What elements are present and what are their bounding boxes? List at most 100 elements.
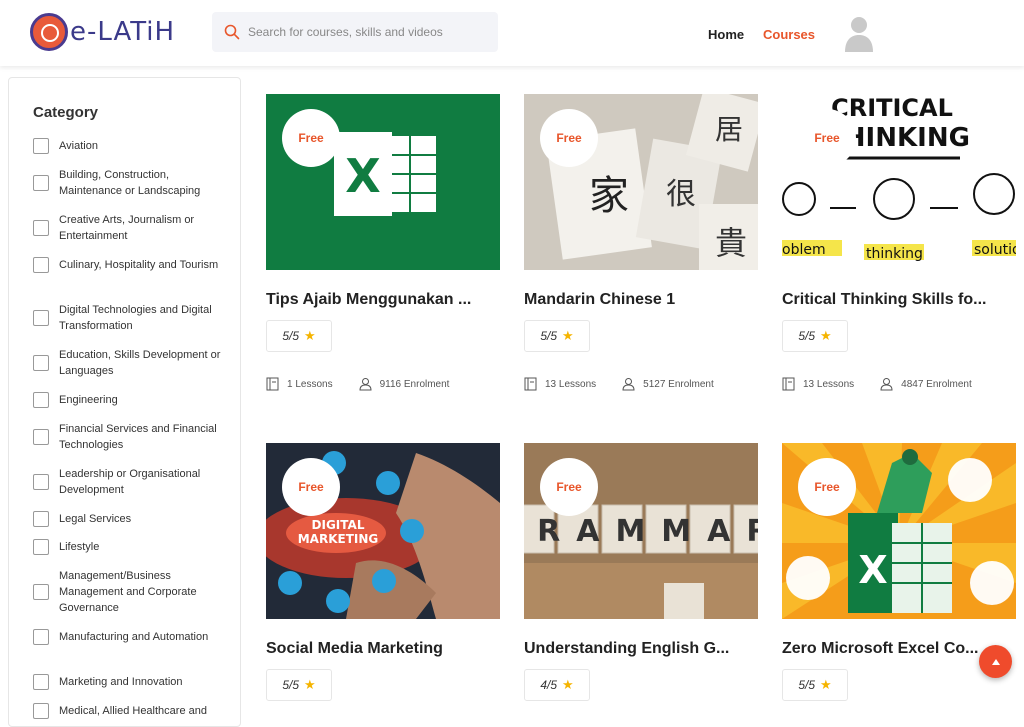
hanzi-character: 貴	[715, 224, 747, 262]
thumb-text: CRITICAL	[831, 94, 953, 122]
category-item-financial[interactable]: Financial Services and Financial Technol…	[33, 421, 223, 453]
rating-value: 5/5	[282, 329, 300, 343]
course-thumbnail[interactable]: 家 很 居 貴 Free	[524, 94, 758, 270]
top-header: e-LATiH Home Courses	[0, 0, 1024, 66]
category-item-creative-arts[interactable]: Creative Arts, Journalism or Entertainme…	[33, 212, 223, 244]
course-card[interactable]: DIGITAL MARKETING Free Social Media Mark…	[266, 443, 500, 701]
enrolment-icon	[880, 378, 893, 391]
lessons-count: 1 Lessons	[287, 378, 333, 390]
course-rating: 4/5 ★	[524, 669, 590, 701]
thumb-text: oblem	[782, 242, 826, 258]
course-card[interactable]: 家 很 居 貴 Free Mandarin Chinese 1 5/5 ★ 13 …	[524, 94, 758, 391]
course-title[interactable]: Tips Ajaib Menggunakan ...	[266, 291, 500, 309]
category-checkbox[interactable]	[33, 257, 49, 273]
course-thumbnail[interactable]: X Free	[266, 94, 500, 270]
course-rating: 5/5 ★	[266, 320, 332, 352]
thumb-text: solutio	[974, 242, 1016, 258]
category-item-management[interactable]: Management/Business Management and Corpo…	[33, 568, 223, 616]
enrolment-count: 5127 Enrolment	[643, 378, 714, 390]
enrolment-count: 4847 Enrolment	[901, 378, 972, 390]
category-checkbox[interactable]	[33, 175, 49, 191]
free-badge: Free	[540, 109, 598, 167]
course-card[interactable]: X Free Zero Microsoft Excel Co... 5/5 ★	[782, 443, 1016, 701]
course-title[interactable]: Critical Thinking Skills fo...	[782, 291, 1016, 309]
star-icon: ★	[820, 677, 832, 692]
lessons-icon	[524, 377, 537, 391]
category-item-building[interactable]: Building, Construction, Maintenance or L…	[33, 167, 223, 199]
category-item-leadership[interactable]: Leadership or Organisational Development	[33, 466, 223, 498]
category-item-legal[interactable]: Legal Services	[33, 511, 223, 527]
course-thumbnail[interactable]: X Free	[782, 443, 1016, 619]
user-avatar-icon[interactable]	[843, 14, 875, 52]
enrolment-icon	[359, 378, 372, 391]
course-rating: 5/5 ★	[266, 669, 332, 701]
category-label: Aviation	[59, 140, 98, 152]
category-item-medical[interactable]: Medical, Allied Healthcare and	[33, 703, 223, 719]
category-checkbox[interactable]	[33, 429, 49, 445]
category-checkbox[interactable]	[33, 629, 49, 645]
scroll-to-top-button[interactable]	[979, 645, 1012, 678]
category-label: Financial Services and Financial Technol…	[59, 423, 217, 451]
course-thumbnail[interactable]: CRITICAL THINKING oblem thinking solutio…	[782, 94, 1016, 270]
course-card[interactable]: CRITICAL THINKING oblem thinking solutio…	[782, 94, 1016, 391]
course-thumbnail[interactable]: GRAMMAR Free	[524, 443, 758, 619]
course-card[interactable]: X Free Tips Ajaib Menggunakan ... 5/5 ★ 1…	[266, 94, 500, 391]
thumb-text: MARKETING	[298, 532, 379, 546]
category-checkbox[interactable]	[33, 511, 49, 527]
category-checkbox[interactable]	[33, 220, 49, 236]
category-item-lifestyle[interactable]: Lifestyle	[33, 539, 223, 555]
category-checkbox[interactable]	[33, 138, 49, 154]
category-label: Digital Technologies and Digital Transfo…	[59, 304, 212, 332]
nav-courses-link[interactable]: Courses	[763, 27, 815, 42]
elatih-logo[interactable]: e-LATiH	[30, 12, 175, 52]
category-checkbox[interactable]	[33, 584, 49, 600]
category-checkbox[interactable]	[33, 674, 49, 690]
category-item-education[interactable]: Education, Skills Development or Languag…	[33, 347, 223, 379]
course-title[interactable]: Mandarin Chinese 1	[524, 291, 758, 309]
category-checkbox[interactable]	[33, 355, 49, 371]
lessons-icon	[266, 377, 279, 391]
category-item-aviation[interactable]: Aviation	[33, 138, 223, 154]
rating-value: 5/5	[282, 678, 300, 692]
course-thumbnail[interactable]: DIGITAL MARKETING Free	[266, 443, 500, 619]
svg-text:X: X	[858, 548, 887, 592]
enrolment-icon	[622, 378, 635, 391]
course-title[interactable]: Understanding English G...	[524, 640, 758, 658]
course-meta: 13 Lessons 4847 Enrolment	[782, 377, 1016, 391]
category-item-marketing[interactable]: Marketing and Innovation	[33, 674, 223, 690]
category-item-manufacturing[interactable]: Manufacturing and Automation	[33, 629, 223, 645]
category-checkbox[interactable]	[33, 474, 49, 490]
rating-value: 5/5	[798, 678, 816, 692]
search-icon	[224, 24, 240, 40]
category-item-digital-tech[interactable]: Digital Technologies and Digital Transfo…	[33, 302, 223, 334]
star-icon: ★	[562, 677, 574, 692]
category-checkbox[interactable]	[33, 310, 49, 326]
free-badge: Free	[282, 458, 340, 516]
category-sidebar: Category Aviation Building, Construction…	[8, 77, 241, 727]
category-checkbox[interactable]	[33, 703, 49, 719]
rating-value: 4/5	[540, 678, 558, 692]
thumb-text: thinking	[866, 246, 923, 262]
category-checkbox[interactable]	[33, 539, 49, 555]
category-title: Category	[33, 104, 99, 121]
free-badge: Free	[798, 458, 856, 516]
hanzi-character: 家	[589, 173, 629, 219]
category-checkbox[interactable]	[33, 392, 49, 408]
category-item-culinary[interactable]: Culinary, Hospitality and Tourism	[33, 257, 223, 273]
search-input[interactable]	[248, 25, 488, 39]
star-icon: ★	[304, 328, 316, 343]
search-bar[interactable]	[212, 12, 498, 52]
course-card[interactable]: GRAMMAR Free Understanding English G... …	[524, 443, 758, 701]
logo-text: e-LATiH	[70, 17, 176, 47]
svg-text:X: X	[345, 149, 380, 203]
free-badge: Free	[798, 109, 856, 167]
category-label: Leadership or Organisational Development	[59, 468, 201, 496]
nav-home-link[interactable]: Home	[708, 27, 744, 42]
thumb-text: GRAMMAR	[524, 514, 758, 549]
course-title[interactable]: Social Media Marketing	[266, 640, 500, 658]
hanzi-character: 居	[715, 113, 743, 146]
rating-value: 5/5	[540, 329, 558, 343]
hanzi-character: 很	[666, 177, 696, 212]
category-label: Culinary, Hospitality and Tourism	[59, 259, 219, 271]
category-item-engineering[interactable]: Engineering	[33, 392, 223, 408]
